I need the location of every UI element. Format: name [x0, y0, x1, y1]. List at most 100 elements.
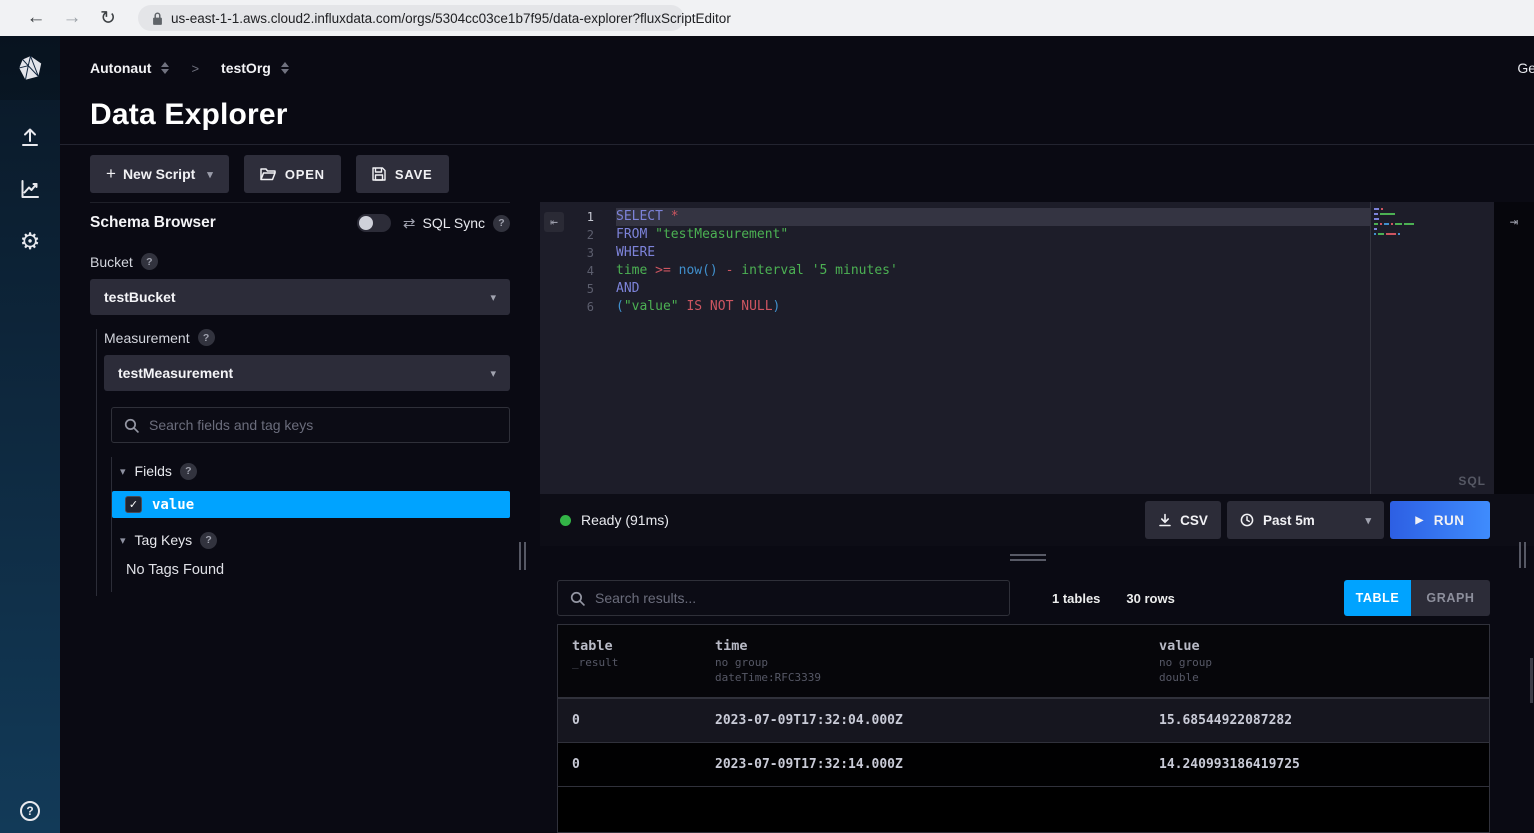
results-search[interactable] — [557, 580, 1010, 616]
field-value-label: value — [152, 497, 194, 513]
horizontal-splitter-handle[interactable] — [1010, 554, 1046, 564]
csv-label: CSV — [1180, 513, 1208, 528]
load-data-icon[interactable] — [15, 122, 45, 152]
column-header: timeno groupdateTime:RFC3339 — [715, 638, 1159, 697]
vertical-splitter-handle[interactable] — [519, 542, 526, 570]
horizontal-splitter[interactable] — [540, 546, 1534, 568]
address-bar[interactable]: us-east-1-1.aws.cloud2.influxdata.com/or… — [138, 5, 684, 31]
bucket-label: Bucket — [90, 254, 133, 270]
help-icon[interactable]: ? — [20, 801, 40, 821]
open-button[interactable]: OPEN — [244, 155, 341, 193]
schema-browser-panel: Schema Browser ⇄ SQL Sync ? Bucket ? tes… — [90, 202, 510, 833]
app-sidebar: ⚙ ? — [0, 36, 60, 833]
column-header: table_result — [572, 638, 715, 697]
tag-keys-help-icon[interactable]: ? — [200, 532, 217, 549]
query-status-bar: Ready (91ms) CSV Past 5m ▾ — [540, 494, 1534, 546]
field-value-row[interactable]: ✓ value — [112, 491, 510, 518]
collapse-right-icon[interactable]: ⇥ — [1510, 214, 1518, 494]
title-divider — [60, 144, 1534, 145]
right-splitter-handle[interactable] — [1519, 542, 1526, 568]
save-button[interactable]: SAVE — [356, 155, 449, 193]
search-icon — [570, 591, 585, 606]
open-label: OPEN — [285, 167, 325, 182]
page-title: Data Explorer — [90, 98, 1534, 132]
code-line[interactable]: 6("value" IS NOT NULL) — [568, 298, 1370, 316]
lock-icon — [152, 11, 163, 26]
caret-down-icon: ▾ — [120, 534, 126, 547]
browser-reload-icon[interactable]: ↻ — [94, 7, 122, 30]
results-table-header: table_resulttimeno groupdateTime:RFC3339… — [558, 625, 1489, 699]
column-header: valueno groupdouble — [1159, 638, 1489, 697]
sql-sync-toggle[interactable] — [357, 214, 391, 232]
bucket-help-icon[interactable]: ? — [141, 253, 158, 270]
view-table-button[interactable]: TABLE — [1344, 580, 1411, 616]
browser-chrome: ← → ↻ us-east-1-1.aws.cloud2.influxdata.… — [0, 0, 1534, 36]
code-line[interactable]: 1SELECT * — [568, 208, 1370, 226]
tag-keys-label: Tag Keys — [135, 532, 193, 548]
fields-section-toggle[interactable]: ▾ Fields ? — [112, 457, 510, 485]
bucket-selector[interactable]: testBucket ▾ — [90, 279, 510, 315]
status-ready-dot — [560, 515, 571, 526]
language-badge: SQL — [1458, 474, 1486, 488]
run-label: RUN — [1434, 513, 1465, 528]
get-link[interactable]: Get — [1517, 60, 1534, 76]
chevron-down-icon: ▾ — [1365, 514, 1371, 527]
tag-keys-section-toggle[interactable]: ▾ Tag Keys ? — [112, 526, 510, 554]
results-panel: 1 tables 30 rows TABLE GRAPH table_resul… — [540, 568, 1534, 833]
code-line[interactable]: 4time >= now() - interval '5 minutes' — [568, 262, 1370, 280]
search-icon — [124, 418, 139, 433]
view-graph-button[interactable]: GRAPH — [1411, 580, 1490, 616]
workspace-name[interactable]: testOrg — [221, 60, 271, 76]
fields-label: Fields — [135, 463, 172, 479]
play-icon: ▶ — [1416, 515, 1424, 526]
no-tags-message: No Tags Found — [112, 554, 510, 582]
data-explorer-icon[interactable] — [15, 174, 45, 204]
fields-search[interactable] — [111, 407, 510, 443]
run-button[interactable]: ▶ RUN — [1390, 501, 1490, 539]
breadcrumb: Autonaut > testOrg Get — [90, 54, 1534, 82]
sql-editor[interactable]: ⇤ 1SELECT *2FROM "testMeasurement"3WHERE… — [540, 202, 1534, 494]
fields-search-input[interactable] — [149, 417, 497, 433]
measurement-label: Measurement — [104, 330, 190, 346]
vertical-splitter[interactable] — [510, 202, 540, 833]
code-line[interactable]: 2FROM "testMeasurement" — [568, 226, 1370, 244]
time-range-label: Past 5m — [1263, 513, 1315, 528]
sql-sync-help-icon[interactable]: ? — [493, 215, 510, 232]
influxdb-logo[interactable] — [0, 36, 60, 100]
time-range-selector[interactable]: Past 5m ▾ — [1227, 501, 1384, 539]
browser-forward-icon[interactable]: → — [58, 7, 86, 29]
measurement-selector[interactable]: testMeasurement ▾ — [104, 355, 510, 391]
results-search-input[interactable] — [595, 590, 997, 606]
new-script-label: New Script — [123, 166, 195, 182]
results-table-body: 02023-07-09T17:32:04.000Z15.685449220872… — [558, 699, 1489, 787]
code-line[interactable]: 5AND — [568, 280, 1370, 298]
org-switcher-icon[interactable] — [161, 62, 169, 74]
org-name[interactable]: Autonaut — [90, 60, 151, 76]
code-lines[interactable]: 1SELECT *2FROM "testMeasurement"3WHERE4t… — [568, 208, 1370, 316]
rows-count: 30 rows — [1126, 591, 1174, 606]
schema-browser-title: Schema Browser — [90, 214, 216, 232]
url-text: us-east-1-1.aws.cloud2.influxdata.com/or… — [171, 11, 731, 26]
editor-minimap[interactable] — [1374, 208, 1492, 238]
settings-gear-icon[interactable]: ⚙ — [15, 226, 45, 256]
workspace-switcher-icon[interactable] — [281, 62, 289, 74]
tables-count: 1 tables — [1052, 591, 1100, 606]
breadcrumb-separator: > — [191, 61, 199, 76]
measurement-value: testMeasurement — [118, 365, 490, 381]
collapse-left-icon[interactable]: ⇤ — [544, 212, 564, 232]
editor-right-rail: ⇥ — [1494, 202, 1534, 494]
csv-download-button[interactable]: CSV — [1145, 501, 1221, 539]
save-icon — [372, 167, 395, 181]
code-line[interactable]: 3WHERE — [568, 244, 1370, 262]
new-script-button[interactable]: + New Script ▾ — [90, 155, 229, 193]
measurement-help-icon[interactable]: ? — [198, 329, 215, 346]
field-checkbox[interactable]: ✓ — [125, 496, 142, 513]
fields-help-icon[interactable]: ? — [180, 463, 197, 480]
chevron-down-icon: ▾ — [490, 367, 496, 380]
results-scrollbar[interactable] — [1530, 658, 1533, 703]
table-row: 02023-07-09T17:32:04.000Z15.685449220872… — [558, 699, 1489, 743]
caret-down-icon: ▾ — [120, 465, 126, 478]
browser-back-icon[interactable]: ← — [22, 7, 50, 29]
results-table: table_resulttimeno groupdateTime:RFC3339… — [557, 624, 1490, 833]
sync-icon: ⇄ — [403, 214, 416, 232]
